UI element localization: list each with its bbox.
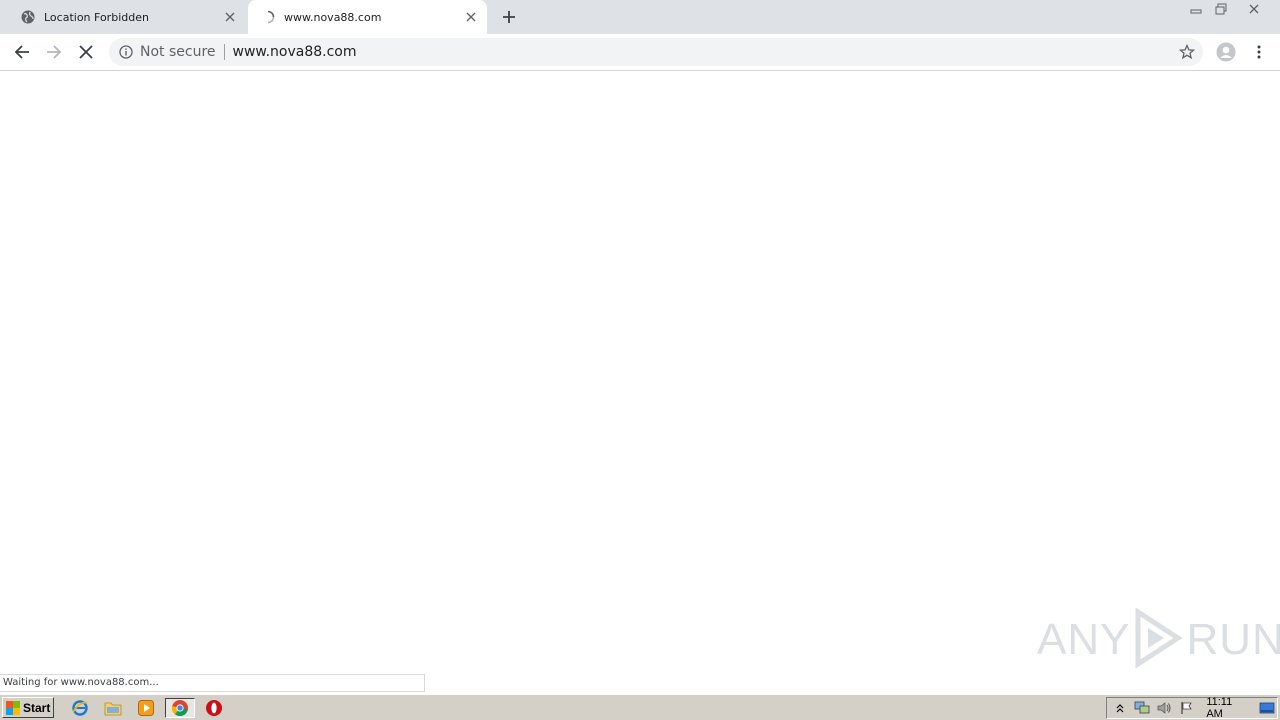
tab-nova88[interactable]: www.nova88.com	[248, 0, 487, 34]
loading-spinner-icon	[260, 9, 276, 25]
clock[interactable]: 11:11 AM	[1206, 696, 1249, 720]
tab-strip: Location Forbidden www.nova88.com	[0, 0, 1280, 34]
close-window-button[interactable]	[1241, 0, 1267, 18]
volume-icon[interactable]	[1155, 699, 1174, 717]
restore-button[interactable]	[1208, 0, 1234, 18]
stop-loading-button[interactable]	[72, 38, 100, 66]
network-icon[interactable]	[1132, 699, 1151, 717]
security-label[interactable]: Not secure	[140, 44, 216, 60]
opera-icon[interactable]	[202, 698, 226, 718]
action-center-flag-icon[interactable]	[1177, 699, 1196, 717]
anyrun-watermark: ANY RUN	[1037, 607, 1280, 672]
info-icon[interactable]	[118, 44, 134, 60]
forward-button[interactable]	[40, 38, 68, 66]
menu-kebab-icon[interactable]	[1245, 38, 1273, 66]
tab-title: Location Forbidden	[44, 10, 149, 24]
system-tray: 11:11 AM	[1106, 696, 1278, 720]
watermark-text-right: RUN	[1186, 615, 1280, 664]
close-tab-icon[interactable]	[222, 9, 238, 25]
status-bubble: Waiting for www.nova88.com...	[0, 674, 425, 692]
taskbar: Start 11:11 AM	[0, 694, 1280, 720]
separator	[223, 44, 225, 60]
media-player-icon[interactable]	[134, 698, 158, 718]
url-text[interactable]: www.nova88.com	[233, 44, 357, 60]
screen: Location Forbidden www.nova88.com Not se…	[0, 0, 1280, 720]
internet-explorer-icon[interactable]	[68, 698, 92, 718]
bookmark-star-icon[interactable]	[1178, 43, 1196, 60]
watermark-text-left: ANY	[1037, 615, 1131, 664]
play-icon	[1132, 607, 1184, 672]
address-bar[interactable]: Not secure www.nova88.com	[109, 38, 1203, 66]
close-tab-icon[interactable]	[463, 9, 479, 25]
show-desktop-icon[interactable]	[1258, 699, 1277, 717]
new-tab-button[interactable]	[499, 7, 519, 27]
back-button[interactable]	[8, 38, 36, 66]
tab-title: www.nova88.com	[284, 10, 382, 24]
chrome-icon[interactable]	[165, 698, 195, 718]
profile-avatar-button[interactable]	[1212, 38, 1240, 66]
minimize-button[interactable]	[1183, 0, 1209, 18]
explorer-folder-icon[interactable]	[101, 698, 125, 718]
tab-location-forbidden[interactable]: Location Forbidden	[8, 0, 246, 34]
start-button[interactable]: Start	[2, 697, 54, 718]
start-label: Start	[23, 700, 51, 715]
windows-logo-icon	[6, 700, 20, 715]
browser-toolbar: Not secure www.nova88.com	[0, 34, 1280, 71]
page-content	[0, 72, 1280, 692]
show-hidden-icons-icon[interactable]	[1110, 699, 1129, 717]
globe-icon	[20, 9, 36, 25]
